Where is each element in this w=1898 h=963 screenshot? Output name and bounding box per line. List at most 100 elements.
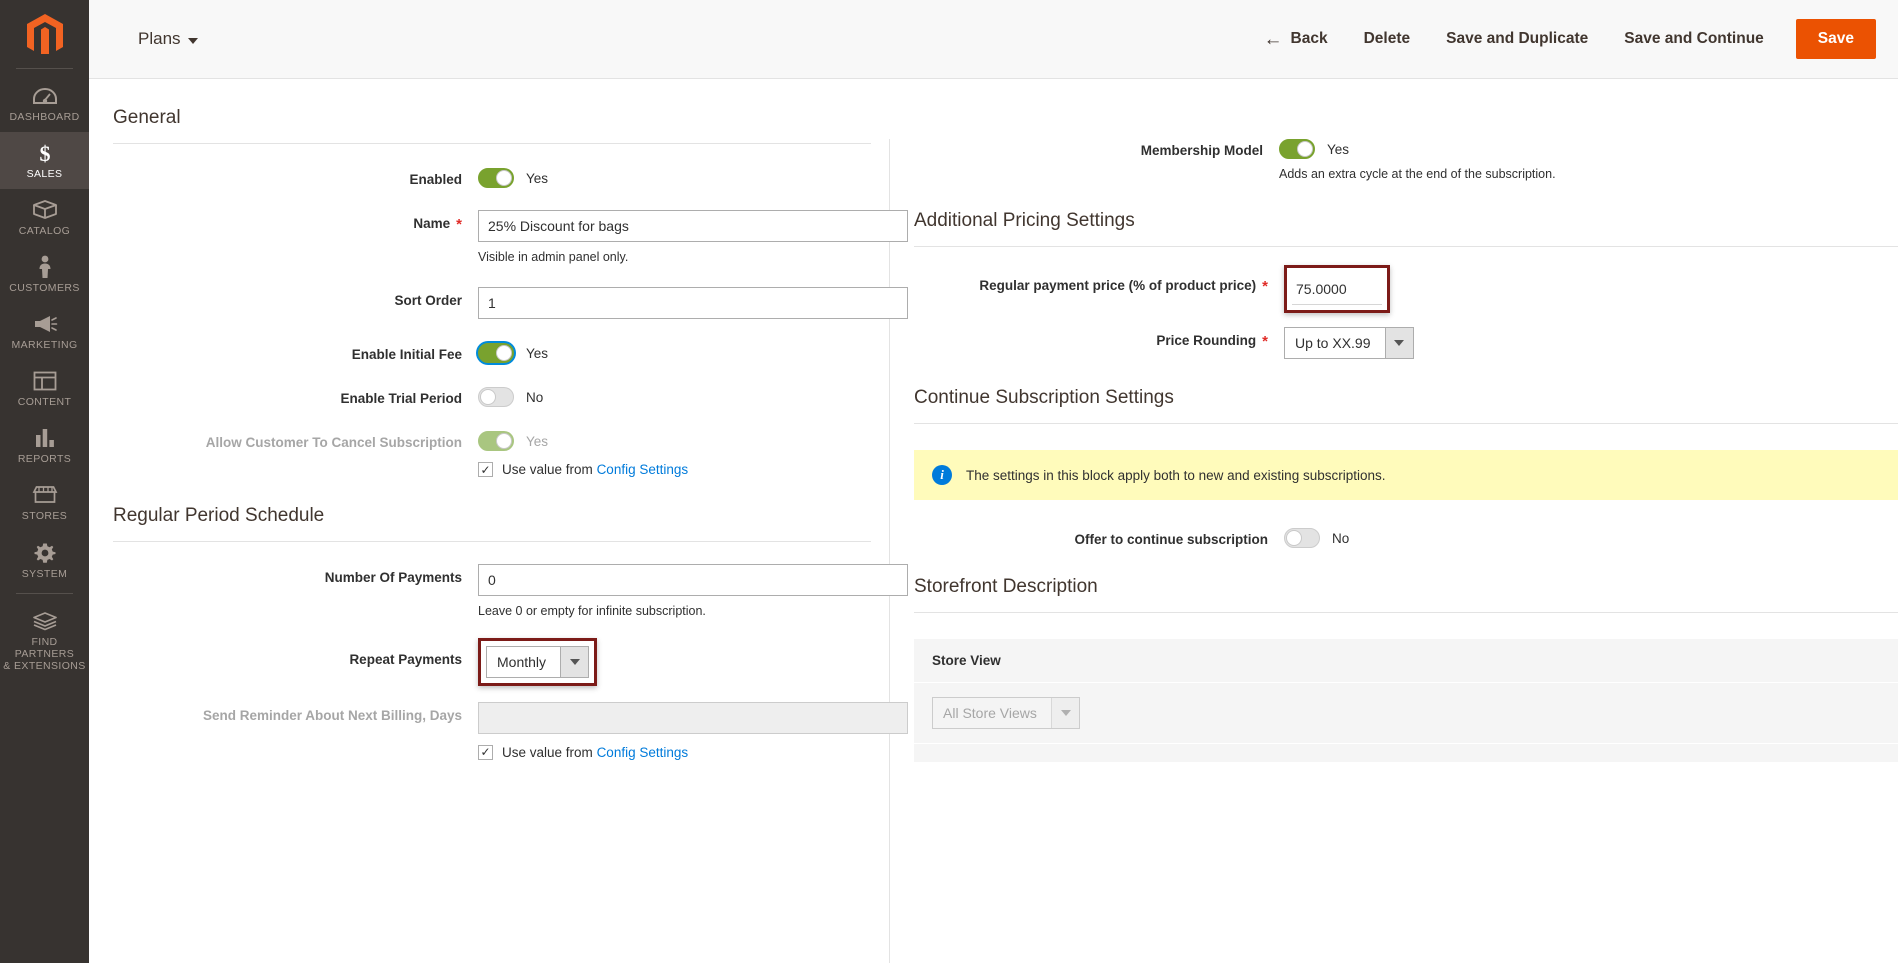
repeat-payments-select[interactable]: Monthly <box>486 645 590 678</box>
field-control-send-reminder: ✓ Use value from Config Settings <box>478 701 908 760</box>
store-view-value: All Store Views <box>943 705 1037 722</box>
section-title-storefront-description: Storefront Description <box>914 576 1098 598</box>
section-rule <box>113 143 871 144</box>
sidebar-item-label: CATALOG <box>18 225 71 238</box>
field-row-regular-payment-price: Regular payment price (% of product pric… <box>914 265 1898 314</box>
regular-payment-price-input[interactable] <box>1292 273 1382 306</box>
toggle-knob <box>480 389 496 406</box>
breadcrumb-label: Plans <box>138 29 181 48</box>
save-button[interactable]: Save <box>1795 19 1876 59</box>
sidebar-item-stores[interactable]: STORES <box>0 474 89 531</box>
field-label-regular-payment-price: Regular payment price (% of product pric… <box>914 265 1284 294</box>
use-config-label: Use value from Config Settings <box>502 745 688 760</box>
field-row-send-reminder: Send Reminder About Next Billing, Days ✓… <box>113 701 908 760</box>
store-view-header: Store View <box>914 639 1898 684</box>
person-icon <box>37 255 53 279</box>
field-label-offer-to-continue: Offer to continue subscription <box>914 526 1284 547</box>
store-view-body: All Store Views <box>914 683 1898 745</box>
delete-button[interactable]: Delete <box>1346 20 1429 58</box>
field-label-allow-cancel: Allow Customer To Cancel Subscription <box>113 429 478 450</box>
membership-model-hint: Adds an extra cycle at the end of the su… <box>1279 167 1556 181</box>
megaphone-icon <box>32 312 58 336</box>
field-row-membership-model: Membership Model Yes Adds an extra cycle… <box>914 137 1898 182</box>
sidebar-item-reports[interactable]: REPORTS <box>0 417 89 474</box>
chevron-down-icon <box>560 646 589 677</box>
config-settings-link[interactable]: Config Settings <box>597 462 689 477</box>
sidebar-item-label: STORES <box>21 510 68 523</box>
toggle-enable-initial-fee-row: Yes <box>478 341 549 364</box>
config-settings-link[interactable]: Config Settings <box>597 745 689 760</box>
main-content: Plans ← Back Delete Save and Duplicate S… <box>89 0 1898 963</box>
sidebar-item-find-partners[interactable]: FIND PARTNERS & EXTENSIONS <box>0 600 89 681</box>
save-and-duplicate-label: Save and Duplicate <box>1446 30 1589 47</box>
back-button[interactable]: ← Back <box>1246 20 1346 59</box>
toggle-membership-model-state: Yes <box>1327 141 1350 157</box>
save-and-continue-button[interactable]: Save and Continue <box>1606 20 1782 58</box>
toggle-membership-model[interactable] <box>1279 139 1315 159</box>
label-text: Enabled <box>409 172 462 187</box>
field-row-enable-trial-period: Enable Trial Period No <box>113 385 871 408</box>
section-rule <box>914 612 1898 614</box>
toggle-enable-initial-fee-state: Yes <box>526 345 549 361</box>
label-text: Regular payment price (% of product pric… <box>979 278 1257 294</box>
sidebar-item-label: DASHBOARD <box>9 111 80 123</box>
field-row-number-of-payments: Number Of Payments Leave 0 or empty for … <box>113 564 908 619</box>
use-config-allow-cancel-row: ✓ Use value from Config Settings <box>478 462 689 478</box>
label-text: Enable Initial Fee <box>351 347 462 363</box>
use-config-checkbox[interactable]: ✓ <box>478 744 493 760</box>
sidebar-item-content[interactable]: CONTENT <box>0 360 89 417</box>
sidebar-divider-top <box>16 68 73 69</box>
field-control-name: Visible in admin panel only. <box>478 210 908 265</box>
toggle-knob <box>1286 530 1302 547</box>
price-rounding-select[interactable]: Up to XX.99 <box>1284 327 1414 360</box>
sidebar-item-catalog[interactable]: CATALOG <box>0 189 89 246</box>
chevron-down-icon <box>1051 698 1079 729</box>
right-column: Membership Model Yes Adds an extra cycle… <box>890 79 1898 763</box>
field-label-enabled: Enabled <box>113 166 478 187</box>
field-label-number-of-payments: Number Of Payments <box>113 564 478 585</box>
toggle-enable-trial-period[interactable] <box>478 387 514 408</box>
dollar-icon: $ <box>35 141 55 165</box>
required-indicator: * <box>1262 333 1268 351</box>
sort-order-input[interactable] <box>478 287 908 320</box>
field-control-sort-order <box>478 287 908 320</box>
toggle-enabled[interactable] <box>478 168 514 188</box>
svg-text:$: $ <box>39 141 50 165</box>
magento-logo[interactable] <box>0 8 89 64</box>
puzzle-icon <box>32 609 58 633</box>
toggle-knob <box>496 345 512 362</box>
use-config-prefix: Use value from <box>502 462 593 478</box>
field-control-enable-initial-fee: Yes <box>478 341 549 364</box>
sidebar-item-customers[interactable]: CUSTOMERS <box>0 246 89 303</box>
toggle-allow-cancel-state: Yes <box>526 433 549 449</box>
storefront-icon <box>32 483 58 507</box>
toggle-enabled-row: Yes <box>478 166 548 188</box>
toggle-knob <box>496 170 512 186</box>
section-title-additional-pricing: Additional Pricing Settings <box>914 210 1135 232</box>
field-row-sort-order: Sort Order <box>113 287 908 320</box>
sidebar-item-label: MARKETING <box>11 339 78 352</box>
name-input[interactable] <box>478 210 908 242</box>
sidebar-item-dashboard[interactable]: DASHBOARD <box>0 75 89 132</box>
price-rounding-value: Up to XX.99 <box>1295 335 1371 352</box>
label-text: Sort Order <box>394 293 462 309</box>
save-and-duplicate-button[interactable]: Save and Duplicate <box>1428 20 1606 58</box>
sidebar-item-system[interactable]: SYSTEM <box>0 532 89 589</box>
store-view-select: All Store Views <box>932 697 1080 730</box>
field-control-enable-trial-period: No <box>478 385 543 408</box>
label-text: Offer to continue subscription <box>1074 532 1268 548</box>
sidebar-item-marketing[interactable]: MARKETING <box>0 303 89 360</box>
field-label-name: Name * <box>113 210 478 232</box>
toggle-enable-initial-fee[interactable] <box>478 343 514 364</box>
sidebar-item-label: SYSTEM <box>21 567 68 580</box>
sidebar-item-sales[interactable]: $ SALES <box>0 132 89 190</box>
toggle-enabled-state: Yes <box>526 170 549 186</box>
header-actions: ← Back Delete Save and Duplicate Save an… <box>1246 19 1876 59</box>
use-config-checkbox[interactable]: ✓ <box>478 462 493 478</box>
toggle-knob <box>1297 141 1313 157</box>
required-indicator: * <box>1262 278 1268 296</box>
toggle-offer-to-continue[interactable] <box>1284 528 1320 549</box>
breadcrumb[interactable]: Plans <box>138 29 198 49</box>
field-label-enable-initial-fee: Enable Initial Fee <box>113 341 478 362</box>
number-of-payments-input[interactable] <box>478 564 908 597</box>
